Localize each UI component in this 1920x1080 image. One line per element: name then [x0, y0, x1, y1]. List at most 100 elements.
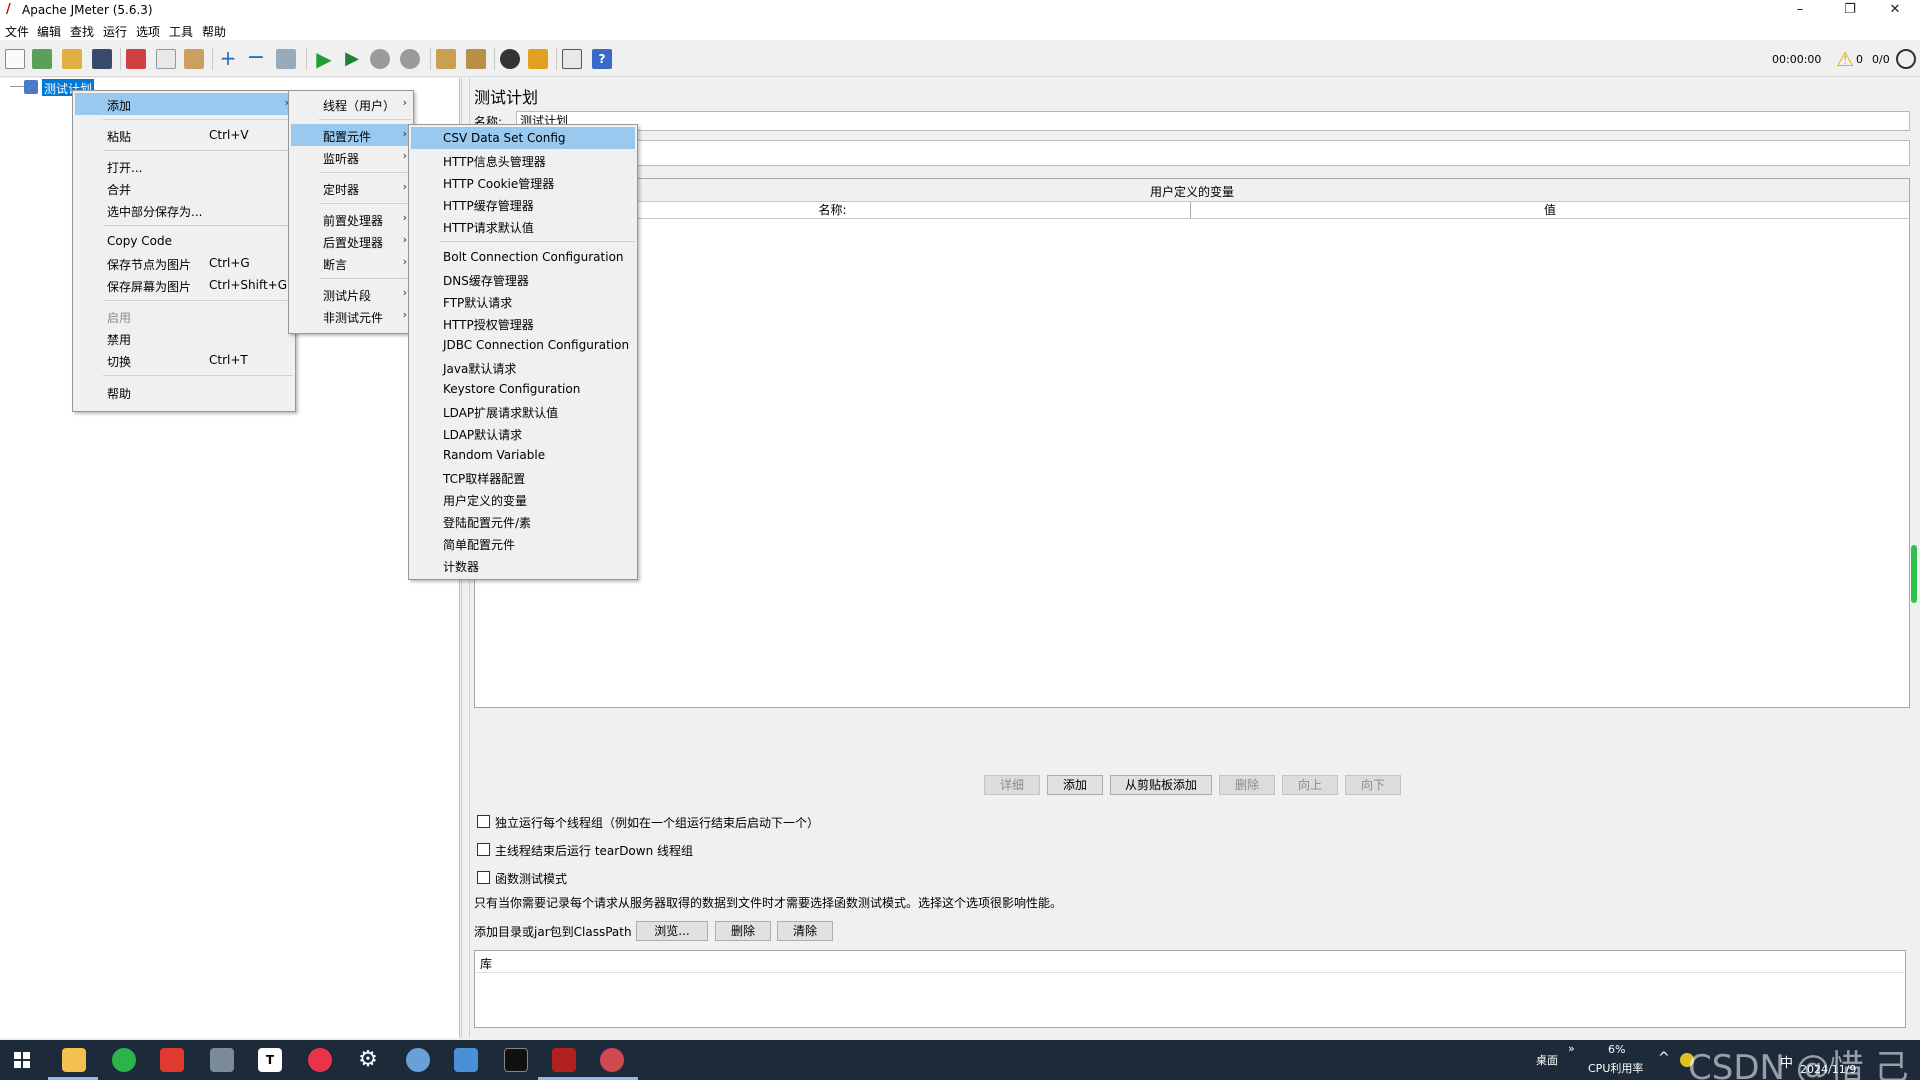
open-icon[interactable] [62, 49, 82, 69]
config-user-defined-vars[interactable]: 用户定义的变量 [411, 488, 635, 510]
config-ldap-ext-defaults[interactable]: LDAP扩展请求默认值 [411, 400, 635, 422]
restore-button[interactable]: ❐ [1830, 0, 1870, 20]
reset-search-icon[interactable] [528, 49, 548, 69]
move-up-button[interactable]: 向上 [1282, 775, 1338, 795]
config-bolt-connection[interactable]: Bolt Connection Configuration [411, 246, 635, 268]
name-field[interactable]: 测试计划 [516, 111, 1910, 131]
submenu-assertion[interactable]: 断言 › [291, 252, 411, 274]
save-icon[interactable] [92, 49, 112, 69]
add-from-clipboard-button[interactable]: 从剪贴板添加 [1110, 775, 1212, 795]
menu-save-node-image[interactable]: 保存节点为图片 Ctrl+G [75, 252, 293, 274]
run-groups-serially-checkbox[interactable] [477, 815, 490, 828]
files-app-icon[interactable] [454, 1048, 478, 1072]
tray-expand-icon[interactable]: ^ [1658, 1050, 1670, 1066]
start-no-pause-icon[interactable]: ▶ [342, 49, 362, 69]
menu-save-screen-image[interactable]: 保存屏幕为图片 Ctrl+Shift+G [75, 274, 293, 296]
submenu-pre-processor[interactable]: 前置处理器 › [291, 208, 411, 230]
vars-col-value[interactable]: 值 [1192, 202, 1908, 218]
config-dns-cache-manager[interactable]: DNS缓存管理器 [411, 268, 635, 290]
paint-icon[interactable] [406, 1048, 430, 1072]
browse-button[interactable]: 浏览... [636, 921, 708, 941]
detail-button[interactable]: 详细 [984, 775, 1040, 795]
submenu-listener[interactable]: 监听器 › [291, 146, 411, 168]
config-jdbc-connection[interactable]: JDBC Connection Configuration [411, 334, 635, 356]
app-taskbar-icon[interactable] [600, 1048, 624, 1072]
config-simple-config[interactable]: 简单配置元件 [411, 532, 635, 554]
config-java-defaults[interactable]: Java默认请求 [411, 356, 635, 378]
submenu-config-element[interactable]: 配置元件 › [291, 124, 411, 146]
config-keystore[interactable]: Keystore Configuration [411, 378, 635, 400]
submenu-non-test-element[interactable]: 非测试元件 › [291, 305, 411, 327]
clear-all-icon[interactable] [466, 49, 486, 69]
config-http-header-manager[interactable]: HTTP信息头管理器 [411, 149, 635, 171]
clear-icon[interactable] [436, 49, 456, 69]
jmeter-taskbar-icon[interactable] [552, 1048, 576, 1072]
menu-paste[interactable]: 粘贴 Ctrl+V [75, 124, 293, 146]
camera-icon[interactable] [210, 1048, 234, 1072]
submenu-test-fragment[interactable]: 测试片段 › [291, 283, 411, 305]
copy-icon[interactable] [156, 49, 176, 69]
config-http-request-defaults[interactable]: HTTP请求默认值 [411, 215, 635, 237]
templates-icon[interactable] [32, 49, 52, 69]
menu-disable[interactable]: 禁用 [75, 327, 293, 349]
help-icon[interactable]: ? [592, 49, 612, 69]
function-helper-icon[interactable] [562, 49, 582, 69]
start-icon[interactable]: ▶ [314, 49, 334, 69]
config-random-variable[interactable]: Random Variable [411, 444, 635, 466]
toggle-icon[interactable] [276, 49, 296, 69]
wps-icon[interactable] [160, 1048, 184, 1072]
menu-options[interactable]: 选项 [136, 23, 160, 40]
typora-icon[interactable]: T [258, 1048, 282, 1072]
submenu-timer[interactable]: 定时器 › [291, 177, 411, 199]
collapse-icon[interactable]: − [246, 47, 266, 69]
config-http-cache-manager[interactable]: HTTP缓存管理器 [411, 193, 635, 215]
stop-icon[interactable] [370, 49, 390, 69]
cut-icon[interactable] [126, 49, 146, 69]
library-list[interactable]: 库 [474, 950, 1906, 1028]
new-icon[interactable] [5, 49, 25, 69]
classpath-clear-button[interactable]: 清除 [777, 921, 833, 941]
config-ftp-defaults[interactable]: FTP默认请求 [411, 290, 635, 312]
menu-copy-code[interactable]: Copy Code [75, 230, 293, 252]
desktop-label[interactable]: 桌面 [1536, 1052, 1558, 1068]
scrollbar-thumb[interactable] [1911, 545, 1917, 603]
delete-button[interactable]: 删除 [1219, 775, 1275, 795]
paste-icon[interactable] [184, 49, 204, 69]
functional-mode-checkbox[interactable] [477, 871, 490, 884]
close-button[interactable]: ✕ [1875, 0, 1915, 20]
expand-icon[interactable]: + [218, 48, 238, 69]
toolbar-chevron[interactable]: » [1568, 1042, 1575, 1055]
menu-help-item[interactable]: 帮助 [75, 381, 293, 403]
submenu-post-processor[interactable]: 后置处理器 › [291, 230, 411, 252]
browser-icon[interactable] [112, 1048, 136, 1072]
menu-run[interactable]: 运行 [103, 23, 127, 40]
config-ldap-defaults[interactable]: LDAP默认请求 [411, 422, 635, 444]
settings-gear-icon[interactable]: ⚙ [356, 1048, 380, 1072]
comments-field[interactable] [474, 140, 1910, 166]
config-csv-data-set[interactable]: CSV Data Set Config [411, 127, 635, 149]
file-explorer-icon[interactable] [62, 1048, 86, 1072]
menu-enable[interactable]: 启用 [75, 305, 293, 327]
menu-open[interactable]: 打开... [75, 155, 293, 177]
teardown-checkbox[interactable] [477, 843, 490, 856]
config-login-config[interactable]: 登陆配置元件/素 [411, 510, 635, 532]
add-button[interactable]: 添加 [1047, 775, 1103, 795]
config-counter[interactable]: 计数器 [411, 554, 635, 576]
menu-edit[interactable]: 编辑 [37, 23, 61, 40]
minimize-button[interactable]: – [1780, 0, 1820, 20]
menu-help[interactable]: 帮助 [202, 23, 226, 40]
menu-search[interactable]: 查找 [70, 23, 94, 40]
submenu-threads[interactable]: 线程（用户） › [291, 93, 411, 115]
menu-add[interactable]: 添加 › [75, 93, 293, 115]
config-tcp-sampler[interactable]: TCP取样器配置 [411, 466, 635, 488]
menu-tools[interactable]: 工具 [169, 23, 193, 40]
terminal-icon[interactable] [504, 1048, 528, 1072]
menu-merge[interactable]: 合并 [75, 177, 293, 199]
menu-save-selection-as[interactable]: 选中部分保存为... [75, 199, 293, 221]
menu-toggle[interactable]: 切换 Ctrl+T [75, 349, 293, 371]
config-http-auth-manager[interactable]: HTTP授权管理器 [411, 312, 635, 334]
windows-start-icon[interactable] [14, 1052, 30, 1068]
move-down-button[interactable]: 向下 [1345, 775, 1401, 795]
netease-music-icon[interactable] [308, 1048, 332, 1072]
config-http-cookie-manager[interactable]: HTTP Cookie管理器 [411, 171, 635, 193]
